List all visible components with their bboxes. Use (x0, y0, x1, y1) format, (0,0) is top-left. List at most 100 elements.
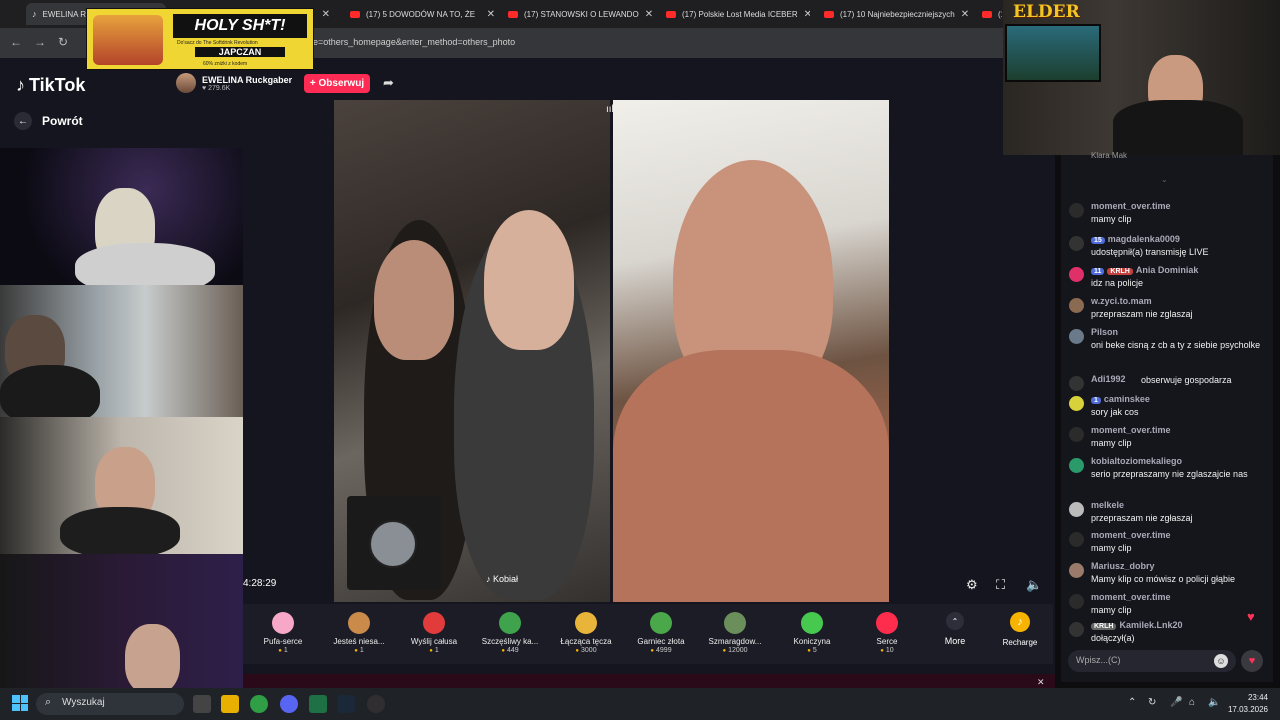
chat-avatar[interactable] (1069, 267, 1084, 282)
chat-avatar[interactable] (1069, 502, 1084, 517)
gift-item[interactable]: Szmaragdow...12000 (699, 612, 771, 654)
windows-start-icon[interactable] (12, 695, 28, 711)
chat-username[interactable]: 1 caminskee (1091, 394, 1150, 404)
close-icon[interactable]: ✕ (1037, 677, 1045, 688)
tab-youtube-5[interactable]: (1 (982, 3, 1002, 25)
chat-username[interactable]: moment_over.time (1091, 201, 1171, 211)
gift-name: Łącząca tęcza (560, 637, 612, 646)
steam-icon[interactable] (337, 695, 355, 713)
chat-avatar[interactable] (1069, 203, 1084, 218)
close-icon[interactable]: ✕ (961, 9, 968, 20)
gift-name: Pufa-serce (263, 637, 303, 646)
chat-username[interactable]: moment_over.time (1091, 425, 1171, 435)
obs-icon[interactable] (367, 695, 385, 713)
gift-icon (724, 612, 746, 634)
gift-item[interactable]: Pufa-serce1 (247, 612, 319, 654)
fullscreen-icon[interactable]: ⛶ (996, 577, 1005, 593)
chat-avatar[interactable] (1069, 532, 1084, 547)
chat-username[interactable]: w.zyci.to.mam (1091, 296, 1152, 306)
forward-arrow-icon[interactable]: → (34, 35, 46, 49)
discord-icon[interactable] (280, 695, 298, 713)
close-icon[interactable]: ✕ (645, 9, 652, 20)
promo-banner[interactable]: HOLY SH*T! Do'sacz do The Softdrink Revo… (86, 8, 314, 70)
share-icon[interactable]: ➦ (383, 75, 394, 91)
back-label: Powrót (42, 114, 83, 128)
chat-avatar[interactable] (1069, 329, 1084, 344)
chat-avatar[interactable] (1069, 563, 1084, 578)
gift-item[interactable]: Jesteś niesa...1 (323, 612, 395, 654)
chat-username[interactable]: melkele (1091, 500, 1124, 510)
chrome-icon[interactable] (250, 695, 268, 713)
chat-username-text: Pilson (1091, 327, 1119, 337)
chat-avatar[interactable] (1069, 236, 1084, 251)
chat-username[interactable]: Adi1992 (1091, 374, 1126, 384)
sync-icon[interactable]: ↻ (1148, 697, 1156, 708)
tab-youtube-2[interactable]: (17) STANOWSKI O LEWANDO ✕ (508, 3, 652, 25)
chat-username[interactable]: 15 magdalenka0009 (1091, 234, 1180, 244)
gift-price: 1 (247, 647, 319, 654)
close-icon[interactable]: ✕ (322, 9, 330, 20)
more-gifts-button[interactable]: ⌃ More (935, 612, 975, 646)
gift-item[interactable]: Wyślij całusa1 (398, 612, 470, 654)
chat-avatar[interactable] (1069, 376, 1084, 391)
chat-avatar[interactable] (1069, 298, 1084, 313)
chat-username[interactable]: KRLH Kamilek.Lnk20 (1091, 620, 1182, 630)
speaker-icon[interactable]: 🔈 (1208, 697, 1220, 708)
recharge-button[interactable]: ♪ Recharge (992, 612, 1048, 647)
chat-username[interactable]: kobialtoziomekaliego (1091, 456, 1182, 466)
aquarium (1005, 24, 1101, 82)
chat-username[interactable]: moment_over.time (1091, 530, 1171, 540)
chat-text: dołączył(a) (1091, 633, 1135, 643)
chat-username[interactable]: moment_over.time (1091, 592, 1171, 602)
chat-text: udostępnił(a) transmisję LIVE (1091, 247, 1209, 257)
streamer-torso (1113, 100, 1243, 155)
host-avatar[interactable] (176, 73, 196, 93)
taskbar-clock[interactable]: 23:44 17.03.2026 (1226, 692, 1268, 716)
chat-avatar[interactable] (1069, 396, 1084, 411)
guest-mini-preview[interactable] (347, 496, 441, 590)
back-button[interactable]: ← Powrót (14, 112, 83, 130)
gift-price: 1 (398, 647, 470, 654)
chat-username[interactable]: Pilson (1091, 327, 1118, 337)
like-heart-button[interactable]: ♥ (1241, 650, 1263, 672)
tab-title: (17) STANOWSKI O LEWANDO (524, 9, 639, 19)
excel-icon[interactable] (309, 695, 327, 713)
gift-item[interactable]: Szczęśliwy ka...449 (474, 612, 546, 654)
settings-icon[interactable]: ⚙ (966, 577, 978, 593)
chat-input[interactable]: Wpisz...(C) (1068, 650, 1236, 672)
tab-youtube-4[interactable]: (17) 10 Najniebezpieczniejszych ✕ (824, 3, 968, 25)
chevron-down-icon[interactable]: ⌄ (1161, 175, 1168, 184)
gift-item[interactable]: Garniec złota4999 (625, 612, 697, 654)
taskbar-search[interactable]: ⌕ Wyszukaj (36, 693, 184, 715)
network-icon[interactable]: ⌂ (1189, 697, 1195, 708)
gift-item[interactable]: Łącząca tęcza3000 (550, 612, 622, 654)
back-arrow-icon[interactable]: ← (10, 35, 22, 49)
gift-item[interactable]: Koniczyna5 (776, 612, 848, 654)
close-icon[interactable]: ✕ (487, 9, 495, 20)
chat-avatar[interactable] (1069, 594, 1084, 609)
chat-avatar[interactable] (1069, 458, 1084, 473)
host-info[interactable]: EWELINA Ruckgaber ♥ 279.6K (176, 73, 292, 93)
chat-username[interactable]: 11 KRLH Ania Dominiak (1091, 265, 1198, 275)
gift-item[interactable]: Serce10 (851, 612, 923, 654)
tiktok-logo[interactable]: ♪ TikTok (16, 75, 85, 96)
volume-icon[interactable]: 🔈 (1026, 577, 1042, 593)
video-guest-pane[interactable] (613, 100, 889, 602)
task-view-icon[interactable] (193, 695, 211, 713)
emoji-icon[interactable]: ☺ (1214, 654, 1228, 668)
microphone-icon[interactable]: 🎤 (1170, 697, 1182, 708)
streamer-webcam: ELDER (1003, 0, 1280, 155)
tab-youtube-1[interactable]: (17) 5 DOWODÓW NA TO, ŻE ✕ (350, 3, 495, 25)
close-icon[interactable]: ✕ (804, 9, 810, 20)
chat-avatar[interactable] (1069, 622, 1084, 637)
user-badge: KRLH (1091, 623, 1117, 630)
chat-username[interactable]: Mariusz_dobry (1091, 561, 1155, 571)
youtube-icon (350, 10, 360, 18)
chat-avatar[interactable] (1069, 427, 1084, 442)
tab-youtube-3[interactable]: (17) Polskie Lost Media ICEBER ✕ (666, 3, 810, 25)
chevron-up-icon[interactable]: ⌃ (1128, 697, 1136, 708)
follow-button[interactable]: + Obserwuj (304, 74, 370, 93)
reload-icon[interactable]: ↻ (58, 35, 68, 49)
url-text[interactable]: erge=others_homepage&enter_method=others… (300, 37, 515, 47)
file-explorer-icon[interactable] (221, 695, 239, 713)
